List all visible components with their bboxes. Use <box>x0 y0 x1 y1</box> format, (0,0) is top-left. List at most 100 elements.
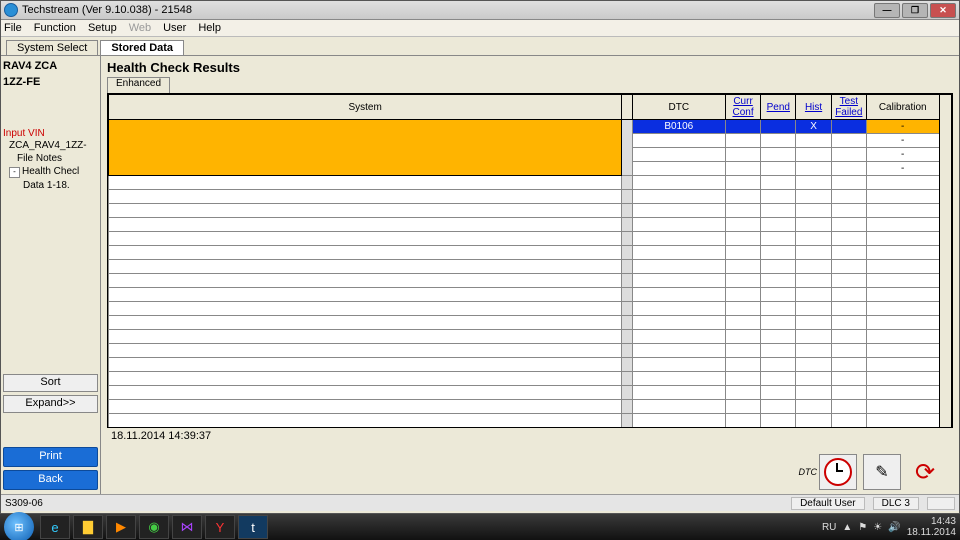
cell-hist: X <box>796 120 831 134</box>
taskbar-chrome[interactable]: ◉ <box>139 515 169 539</box>
hdr-test-failed[interactable]: Test Failed <box>835 96 862 118</box>
nav-tree: Input VIN ZCA_RAV4_1ZZ- File Notes -Heal… <box>3 128 98 374</box>
menu-help[interactable]: Help <box>198 22 221 34</box>
table-row[interactable] <box>109 372 952 386</box>
tree-node-file[interactable]: ZCA_RAV4_1ZZ- <box>3 139 98 152</box>
status-dlc: DLC 3 <box>873 497 919 510</box>
folder-icon: ▇ <box>83 519 93 535</box>
taskbar-app1[interactable]: ⋈ <box>172 515 202 539</box>
vehicle-line1: RAV4 ZCA <box>3 58 98 74</box>
subtab-enhanced[interactable]: Enhanced <box>107 77 170 93</box>
media-icon: ▶ <box>116 519 126 535</box>
tray-power-icon[interactable]: ☀ <box>873 522 882 533</box>
refresh-icon: ⟳ <box>915 458 935 487</box>
hdr-pend[interactable]: Pend <box>767 102 790 113</box>
title-bar: Techstream (Ver 9.10.038) - 21548 — ❐ ✕ <box>1 1 959 20</box>
tab-stored-data[interactable]: Stored Data <box>100 40 184 55</box>
start-button[interactable]: ⊞ <box>4 512 34 540</box>
tree-node-data[interactable]: Data 1-18. <box>3 179 98 192</box>
dtc-label: DTC <box>799 467 818 477</box>
app-icon <box>4 3 18 17</box>
status-resize-grip <box>927 497 955 510</box>
hdr-system: System <box>109 95 622 120</box>
close-button[interactable]: ✕ <box>930 3 956 18</box>
table-row[interactable] <box>109 330 952 344</box>
clock-icon <box>824 458 852 486</box>
page-title: Health Check Results <box>107 60 953 75</box>
erase-button[interactable]: ✎ <box>863 454 901 490</box>
inner-scrollbar[interactable] <box>622 95 632 120</box>
table-row[interactable] <box>109 288 952 302</box>
tab-bar: System Select Stored Data <box>1 37 959 56</box>
table-row[interactable] <box>109 400 952 414</box>
minimize-button[interactable]: — <box>874 3 900 18</box>
table-row[interactable] <box>109 176 952 190</box>
table-row[interactable] <box>109 428 952 429</box>
grid-scrollbar[interactable] <box>939 95 951 429</box>
table-row[interactable] <box>109 204 952 218</box>
taskbar-techstream[interactable]: t <box>238 515 268 539</box>
ie-icon: e <box>51 520 58 535</box>
taskbar: ⊞ e ▇ ▶ ◉ ⋈ Y t RU ▲ ⚑ ☀ 🔊 14:4318.11.20… <box>0 514 960 540</box>
chrome-icon: ◉ <box>148 519 159 535</box>
status-left: S309-06 <box>5 498 43 509</box>
refresh-button[interactable]: ⟳ <box>907 455 943 489</box>
menu-file[interactable]: File <box>4 22 22 34</box>
input-vin-label: Input VIN <box>3 128 98 139</box>
table-row[interactable] <box>109 414 952 428</box>
hdr-dtc: DTC <box>632 95 725 120</box>
tree-node-notes[interactable]: File Notes <box>3 152 98 165</box>
menu-user[interactable]: User <box>163 22 186 34</box>
menu-function[interactable]: Function <box>34 22 76 34</box>
taskbar-explorer[interactable]: ▇ <box>73 515 103 539</box>
sidebar: RAV4 ZCA 1ZZ-FE Input VIN ZCA_RAV4_1ZZ- … <box>1 56 101 494</box>
menu-bar: File Function Setup Web User Help <box>1 20 959 37</box>
tray-lang[interactable]: RU <box>822 522 836 533</box>
dtc-clock-button[interactable] <box>819 454 857 490</box>
eraser-icon: ✎ <box>875 462 888 482</box>
table-row[interactable] <box>109 274 952 288</box>
back-button[interactable]: Back <box>3 470 98 490</box>
taskbar-yandex[interactable]: Y <box>205 515 235 539</box>
menu-setup[interactable]: Setup <box>88 22 117 34</box>
tab-system-select[interactable]: System Select <box>6 40 98 55</box>
tray-clock[interactable]: 14:4318.11.2014 <box>907 516 956 538</box>
window-title: Techstream (Ver 9.10.038) - 21548 <box>22 4 874 16</box>
table-row[interactable] <box>109 302 952 316</box>
taskbar-media[interactable]: ▶ <box>106 515 136 539</box>
sort-button[interactable]: Sort <box>3 374 98 392</box>
hdr-calibration: Calibration <box>866 95 939 120</box>
collapse-icon[interactable]: - <box>9 167 20 178</box>
status-user: Default User <box>791 497 865 510</box>
print-button[interactable]: Print <box>3 447 98 467</box>
windows-icon: ⊞ <box>14 521 23 534</box>
table-row[interactable] <box>109 344 952 358</box>
hdr-hist[interactable]: Hist <box>805 102 822 113</box>
vehicle-line2: 1ZZ-FE <box>3 74 98 90</box>
table-row[interactable] <box>109 358 952 372</box>
tray-flag-icon[interactable]: ▲ <box>842 522 852 533</box>
hdr-curr-conf[interactable]: Curr Conf <box>733 96 754 118</box>
table-row[interactable]: B0106 X - <box>109 120 952 134</box>
bowtie-icon: ⋈ <box>181 519 194 535</box>
table-row[interactable] <box>109 316 952 330</box>
tray-volume-icon[interactable]: 🔊 <box>888 522 900 533</box>
cell-cal: - <box>866 120 939 134</box>
status-bar: S309-06 Default User DLC 3 <box>1 494 959 511</box>
maximize-button[interactable]: ❐ <box>902 3 928 18</box>
tray-flag2-icon[interactable]: ⚑ <box>858 522 867 533</box>
table-row[interactable] <box>109 386 952 400</box>
yandex-icon: Y <box>216 520 225 535</box>
results-grid: System DTC Curr Conf Pend Hist Test Fail… <box>107 93 953 428</box>
expand-button[interactable]: Expand>> <box>3 395 98 413</box>
tree-node-health[interactable]: -Health Checl <box>3 165 98 179</box>
table-row[interactable] <box>109 260 952 274</box>
table-row[interactable] <box>109 232 952 246</box>
menu-web: Web <box>129 22 151 34</box>
taskbar-ie[interactable]: e <box>40 515 70 539</box>
cell-dtc[interactable]: B0106 <box>632 120 725 134</box>
table-row[interactable] <box>109 218 952 232</box>
techstream-icon: t <box>251 520 255 535</box>
table-row[interactable] <box>109 246 952 260</box>
table-row[interactable] <box>109 190 952 204</box>
